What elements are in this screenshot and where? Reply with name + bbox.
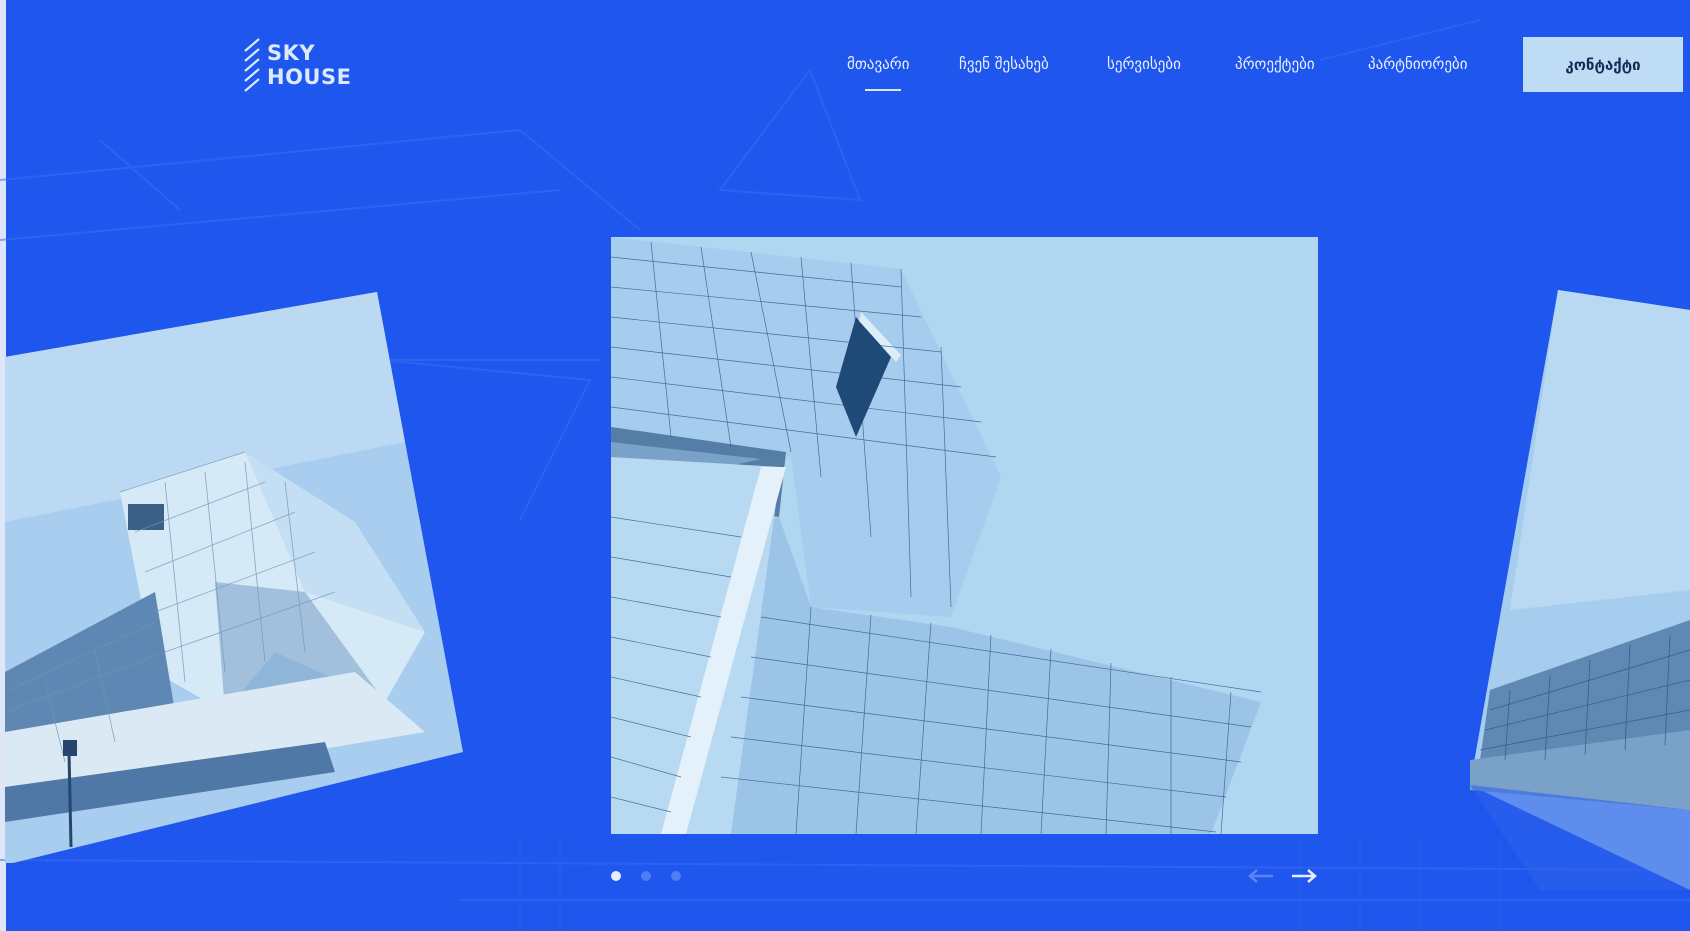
nav-item-services[interactable]: სერვისები [1107, 55, 1181, 73]
slide-dot-2[interactable] [641, 871, 651, 881]
nav-item-projects[interactable]: პროექტები [1235, 55, 1315, 73]
building-image-current [611, 237, 1318, 834]
slider-pagination [611, 871, 681, 881]
contact-button[interactable]: კონტაქტი [1523, 37, 1683, 92]
stripes-logo-icon [244, 38, 260, 92]
brand-name: SKY HOUSE [267, 41, 351, 89]
brand-line-1: SKY [267, 41, 316, 65]
slide-dot-3[interactable] [671, 871, 681, 881]
nav-active-indicator [865, 89, 901, 91]
slide-current[interactable] [611, 237, 1318, 834]
nav-item-home[interactable]: მთავარი [847, 55, 909, 73]
slide-next[interactable] [1470, 290, 1690, 890]
brand-logo[interactable]: SKY HOUSE [243, 37, 355, 93]
arrow-left-icon[interactable] [1245, 865, 1275, 887]
arrow-right-icon[interactable] [1290, 865, 1320, 887]
nav-item-about[interactable]: ჩვენ შესახებ [959, 55, 1049, 73]
brand-line-2: HOUSE [267, 65, 352, 89]
building-image-next [1470, 290, 1690, 890]
slide-dot-1[interactable] [611, 871, 621, 881]
nav-item-partners[interactable]: პარტნიორები [1368, 55, 1467, 73]
building-image-previous [5, 292, 463, 863]
slide-previous[interactable] [5, 292, 463, 863]
